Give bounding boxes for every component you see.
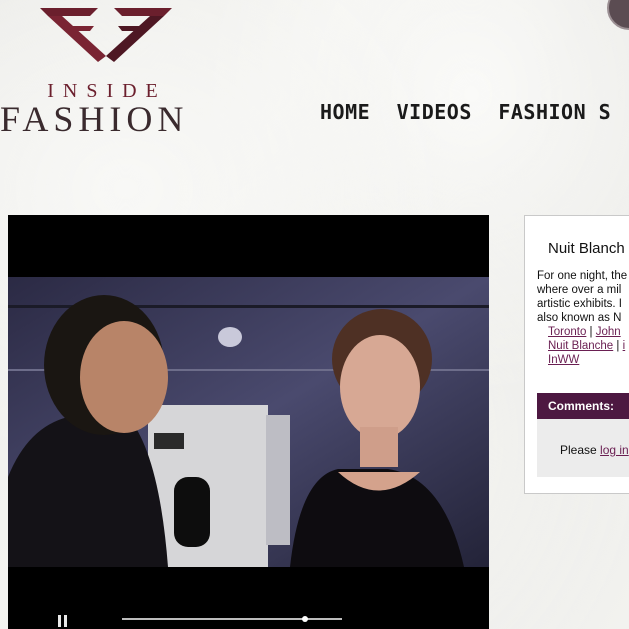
video-player[interactable] [8, 215, 489, 629]
video-info-panel: Nuit Blanch For one night, the where ove… [524, 215, 629, 494]
tag-list: Toronto | John Nuit Blanche | i InWW [548, 325, 629, 367]
video-title: Nuit Blanch [548, 240, 625, 257]
pause-icon[interactable] [58, 615, 68, 627]
nav-home[interactable]: HOME [320, 100, 370, 124]
tag-separator: | [613, 340, 623, 352]
description-line: artistic exhibits. I [537, 298, 622, 310]
login-prompt-text: Please [560, 443, 597, 457]
tag-separator: | [586, 326, 596, 338]
main-nav: HOME VIDEOS FASHION S [320, 100, 629, 130]
tag-link-nuit-blanche[interactable]: Nuit Blanche [548, 340, 613, 352]
tag-link-john[interactable]: John [596, 326, 621, 338]
tag-link-cut[interactable]: i [623, 340, 626, 352]
description-line: also known as N [537, 312, 622, 324]
login-prompt: Please log in [560, 443, 629, 457]
tag-link-inww[interactable]: InWW [548, 354, 579, 366]
description-line: For one night, the [537, 270, 628, 282]
nav-fashion-shows[interactable]: FASHION S [498, 100, 611, 124]
seek-handle[interactable] [301, 616, 308, 622]
logo-mark-icon [40, 8, 172, 62]
comments-label: Comments: [548, 399, 615, 413]
tag-link-toronto[interactable]: Toronto [548, 326, 586, 338]
site-logo[interactable]: INSIDE FASHION [0, 0, 215, 140]
seek-bar[interactable] [122, 616, 342, 622]
video-frame-interview [8, 277, 489, 567]
comments-header: Comments: [537, 393, 629, 419]
top-right-round-button[interactable] [607, 0, 629, 30]
nav-videos[interactable]: VIDEOS [397, 100, 472, 124]
video-controls [8, 611, 489, 629]
comments-body: Please log in [537, 419, 629, 477]
video-description: For one night, the where over a mil arti… [537, 269, 629, 325]
logo-text-fashion: FASHION [0, 99, 189, 139]
login-link[interactable]: log in [600, 443, 629, 457]
description-line: where over a mil [537, 284, 622, 296]
